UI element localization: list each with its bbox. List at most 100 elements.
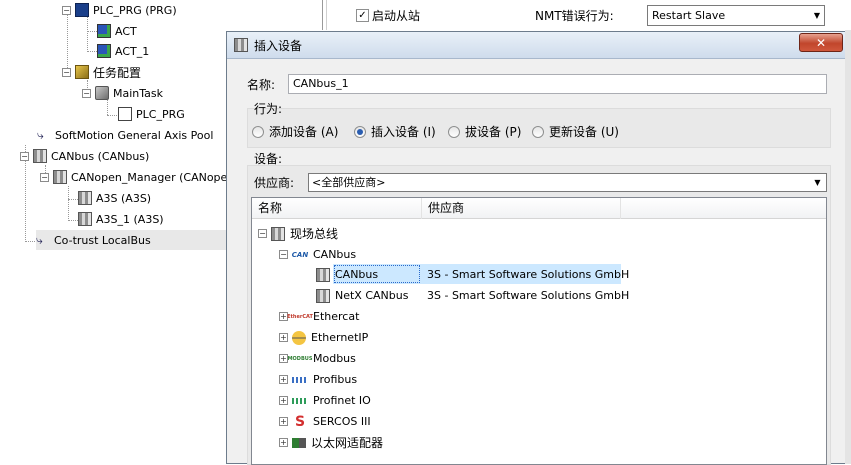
tree-item-maintask[interactable]: − MainTask [82,83,163,103]
dialog-titlebar[interactable]: 插入设备 ✕ [227,32,850,59]
radio-update-device[interactable]: 更新设备 (U) [532,123,619,140]
tree-row-label: SERCOS III [313,415,371,428]
tree-row-profibus[interactable]: + Profibus [279,369,357,390]
tree-item-a3s[interactable]: A3S (A3S) [78,188,151,208]
tree-row-label: CANbus [335,268,379,281]
expand-icon[interactable]: + [279,333,288,342]
tree-item-plc-prg-call[interactable]: PLC_PRG [118,104,185,124]
fieldbus-icon [271,226,285,241]
nmt-label: NMT错误行为: [535,9,614,23]
tree-item-label: CANbus (CANbus) [51,149,150,163]
tree-row-label: EthernetIP [311,331,369,344]
collapse-icon[interactable]: − [20,151,29,161]
tree-item-label: Co-trust LocalBus [54,233,151,247]
project-tree: − PLC_PRG (PRG) ACT ACT_1 − 任务配置 − MainT… [0,0,240,464]
collapse-icon[interactable]: − [40,172,49,182]
close-icon: ✕ [815,35,827,50]
tree-row-canbus-device[interactable]: CANbus [316,264,378,285]
radio-selected-icon [354,125,366,138]
action-label: 行为: [254,102,283,116]
tree-row-ethercat[interactable]: + EtherCAT Ethercat [279,306,359,327]
tree-item-label: CANopen_Manager (CANopen_ [71,170,240,184]
devices-label: 设备: [254,152,283,166]
tree-row-ethernetip[interactable]: + EthernetIP [279,327,368,348]
tree-item-task-config[interactable]: − 任务配置 [62,62,141,82]
vendor-select-value: <全部供应商> [312,176,386,189]
localbus-icon: ⤷ [36,233,43,247]
editor-strip: ✓ 启动从站 NMT错误行为: Restart Slave ▼ [226,0,851,30]
modbus-icon: MODBUS [287,355,313,362]
tree-row-label: 以太网适配器 [311,436,384,450]
radio-unplug-device[interactable]: 拔设备 (P) [448,123,521,140]
program-icon [75,3,89,17]
task-config-icon [75,65,89,79]
column-header-vendor[interactable]: 供应商 [422,198,621,219]
start-slave-checkbox[interactable]: ✓ [356,9,369,22]
device-icon [78,191,92,205]
tree-row-fieldbus[interactable]: − 现场总线 [258,223,338,244]
collapse-icon[interactable]: − [258,229,267,238]
tree-row-ethernet-adapter[interactable]: + 以太网适配器 [279,432,383,453]
divider [326,0,327,30]
collapse-icon[interactable]: − [279,250,288,259]
collapse-icon[interactable]: − [82,88,91,98]
tree-item-axis-pool[interactable]: ⤷ SoftMotion General Axis Pool [37,125,213,145]
vendor-label: 供应商: [254,176,295,190]
nmt-select[interactable]: Restart Slave ▼ [647,5,825,26]
list-header: 名称 供应商 [252,198,826,219]
tree-row-netx-canbus[interactable]: NetX CANbus [316,285,408,306]
expand-icon[interactable]: + [279,438,288,447]
tree-item-label: ACT [115,24,137,38]
close-button[interactable]: ✕ [799,33,843,52]
tree-item-act-1[interactable]: ACT_1 [97,41,149,61]
tree-item-canopen-manager[interactable]: − CANopen_Manager (CANopen_ [40,167,240,187]
radio-label: 拔设备 (P) [465,125,522,139]
device-tree-list[interactable]: 名称 供应商 − 现场总线 − CAN CANbus CANbus 3S - S… [251,197,827,465]
expand-icon[interactable]: + [279,396,288,405]
tree-item-localbus[interactable]: ⤷ Co-trust LocalBus [36,230,226,250]
tree-item-label: PLC_PRG [136,107,185,121]
dialog-title: 插入设备 [254,38,303,53]
action-icon [97,44,111,58]
collapse-icon[interactable]: − [62,5,71,15]
tree-row-label: Profibus [313,373,358,386]
expand-icon[interactable]: + [279,375,288,384]
device-icon [316,288,330,303]
tree-row-canbus-group[interactable]: − CAN CANbus [279,244,356,265]
nmt-select-value: Restart Slave [652,9,726,22]
chevron-down-icon: ▼ [813,11,820,20]
ethernet-adapter-icon [292,437,306,448]
radio-add-device[interactable]: 添加设备 (A) [252,123,338,140]
expand-icon[interactable]: + [279,417,288,426]
divider [322,0,323,30]
sercos-icon: S [294,413,306,430]
tree-row-label: Ethercat [313,310,360,323]
device-icon [316,267,330,282]
radio-icon [252,125,264,138]
name-input[interactable]: CANbus_1 [288,74,827,94]
tree-item-label: ACT_1 [115,44,150,58]
tree-item-label: SoftMotion General Axis Pool [55,128,214,142]
tree-item-canbus[interactable]: − CANbus (CANbus) [20,146,149,166]
tree-row-label: CANbus [313,248,357,261]
tree-item-a3s-1[interactable]: A3S_1 (A3S) [78,209,164,229]
radio-label: 插入设备 (I) [371,125,436,139]
tree-item-plc-prg[interactable]: − PLC_PRG (PRG) [62,0,177,20]
window-scrollbar[interactable] [845,30,851,464]
tree-row-modbus[interactable]: + MODBUS Modbus [279,348,356,369]
tree-row-sercos-iii[interactable]: + S SERCOS III [279,411,371,432]
tree-row-label: NetX CANbus [335,289,409,302]
tree-row-profinet-io[interactable]: + Profinet IO [279,390,371,411]
collapse-icon[interactable]: − [62,67,71,77]
device-icon [33,149,47,163]
radio-insert-device[interactable]: 插入设备 (I) [354,123,436,140]
device-icon [78,212,92,226]
device-icon [53,170,67,184]
insert-device-dialog: 插入设备 ✕ 名称: CANbus_1 行为: 添加设备 (A) 插入设备 (I… [226,31,851,465]
column-header-name[interactable]: 名称 [252,198,422,219]
tree-item-act[interactable]: ACT [97,21,137,41]
dialog-app-icon [234,38,248,52]
vendor-cell: 3S - Smart Software Solutions GmbH [427,268,630,281]
vendor-select[interactable]: <全部供应商> ▼ [308,173,827,192]
tree-item-label: A3S (A3S) [96,191,152,205]
